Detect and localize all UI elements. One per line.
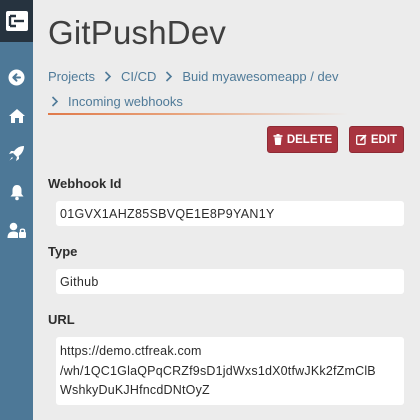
sidebar-item-users[interactable] [6, 220, 27, 241]
edit-button-label: EDIT [370, 133, 398, 146]
trash-icon [273, 134, 283, 145]
url-line: /wh/1QC1GlaQPqCRZf9sD1jdWxs1dX0tfwJKk2fZ… [60, 363, 376, 378]
sidebar-item-notifications[interactable] [6, 182, 27, 203]
breadcrumb-build[interactable]: Buid myawesomeapp / dev [182, 64, 338, 89]
webhook-id-label: Webhook Id [48, 176, 122, 191]
main-content: GitPushDev Projects CI/CD Buid myawesome… [33, 0, 420, 420]
back-arrow-icon [8, 69, 25, 86]
type-field: Github [56, 269, 404, 294]
page-title: GitPushDev [48, 14, 227, 51]
chevron-right-icon [101, 70, 115, 84]
sidebar [0, 0, 33, 420]
rocket-icon [9, 146, 24, 161]
url-field: https://demo.ctfreak.com /wh/1QC1GlaQPqC… [56, 337, 404, 405]
edit-icon [355, 134, 367, 145]
breadcrumb-cicd[interactable]: CI/CD [121, 64, 156, 89]
url-line: WshkyDuKJHfncdDNtOyZ [60, 383, 210, 397]
sidebar-item-back[interactable] [6, 67, 27, 88]
breadcrumb-divider [48, 113, 348, 115]
url-label: URL [48, 312, 75, 327]
url-line: https://demo.ctfreak.com [60, 344, 202, 358]
breadcrumb-incoming-webhooks[interactable]: Incoming webhooks [68, 89, 183, 114]
home-icon [8, 108, 25, 123]
breadcrumb: Projects CI/CD Buid myawesomeapp / dev I… [48, 64, 358, 114]
user-lock-icon [7, 222, 26, 238]
edit-button[interactable]: EDIT [349, 126, 404, 153]
webhook-id-field: 01GVX1AHZ85SBVQE1E8P9YAN1Y [56, 201, 404, 226]
chevron-right-icon [48, 95, 62, 109]
app-logo[interactable] [0, 0, 33, 42]
bell-icon [10, 185, 23, 201]
chevron-right-icon [162, 70, 176, 84]
type-label: Type [48, 244, 78, 259]
breadcrumb-projects[interactable]: Projects [48, 64, 95, 89]
delete-button-label: DELETE [286, 133, 333, 146]
sidebar-item-home[interactable] [6, 105, 27, 126]
delete-button[interactable]: DELETE [267, 126, 338, 153]
logo-icon [5, 11, 28, 31]
sidebar-item-deploy[interactable] [6, 143, 27, 164]
